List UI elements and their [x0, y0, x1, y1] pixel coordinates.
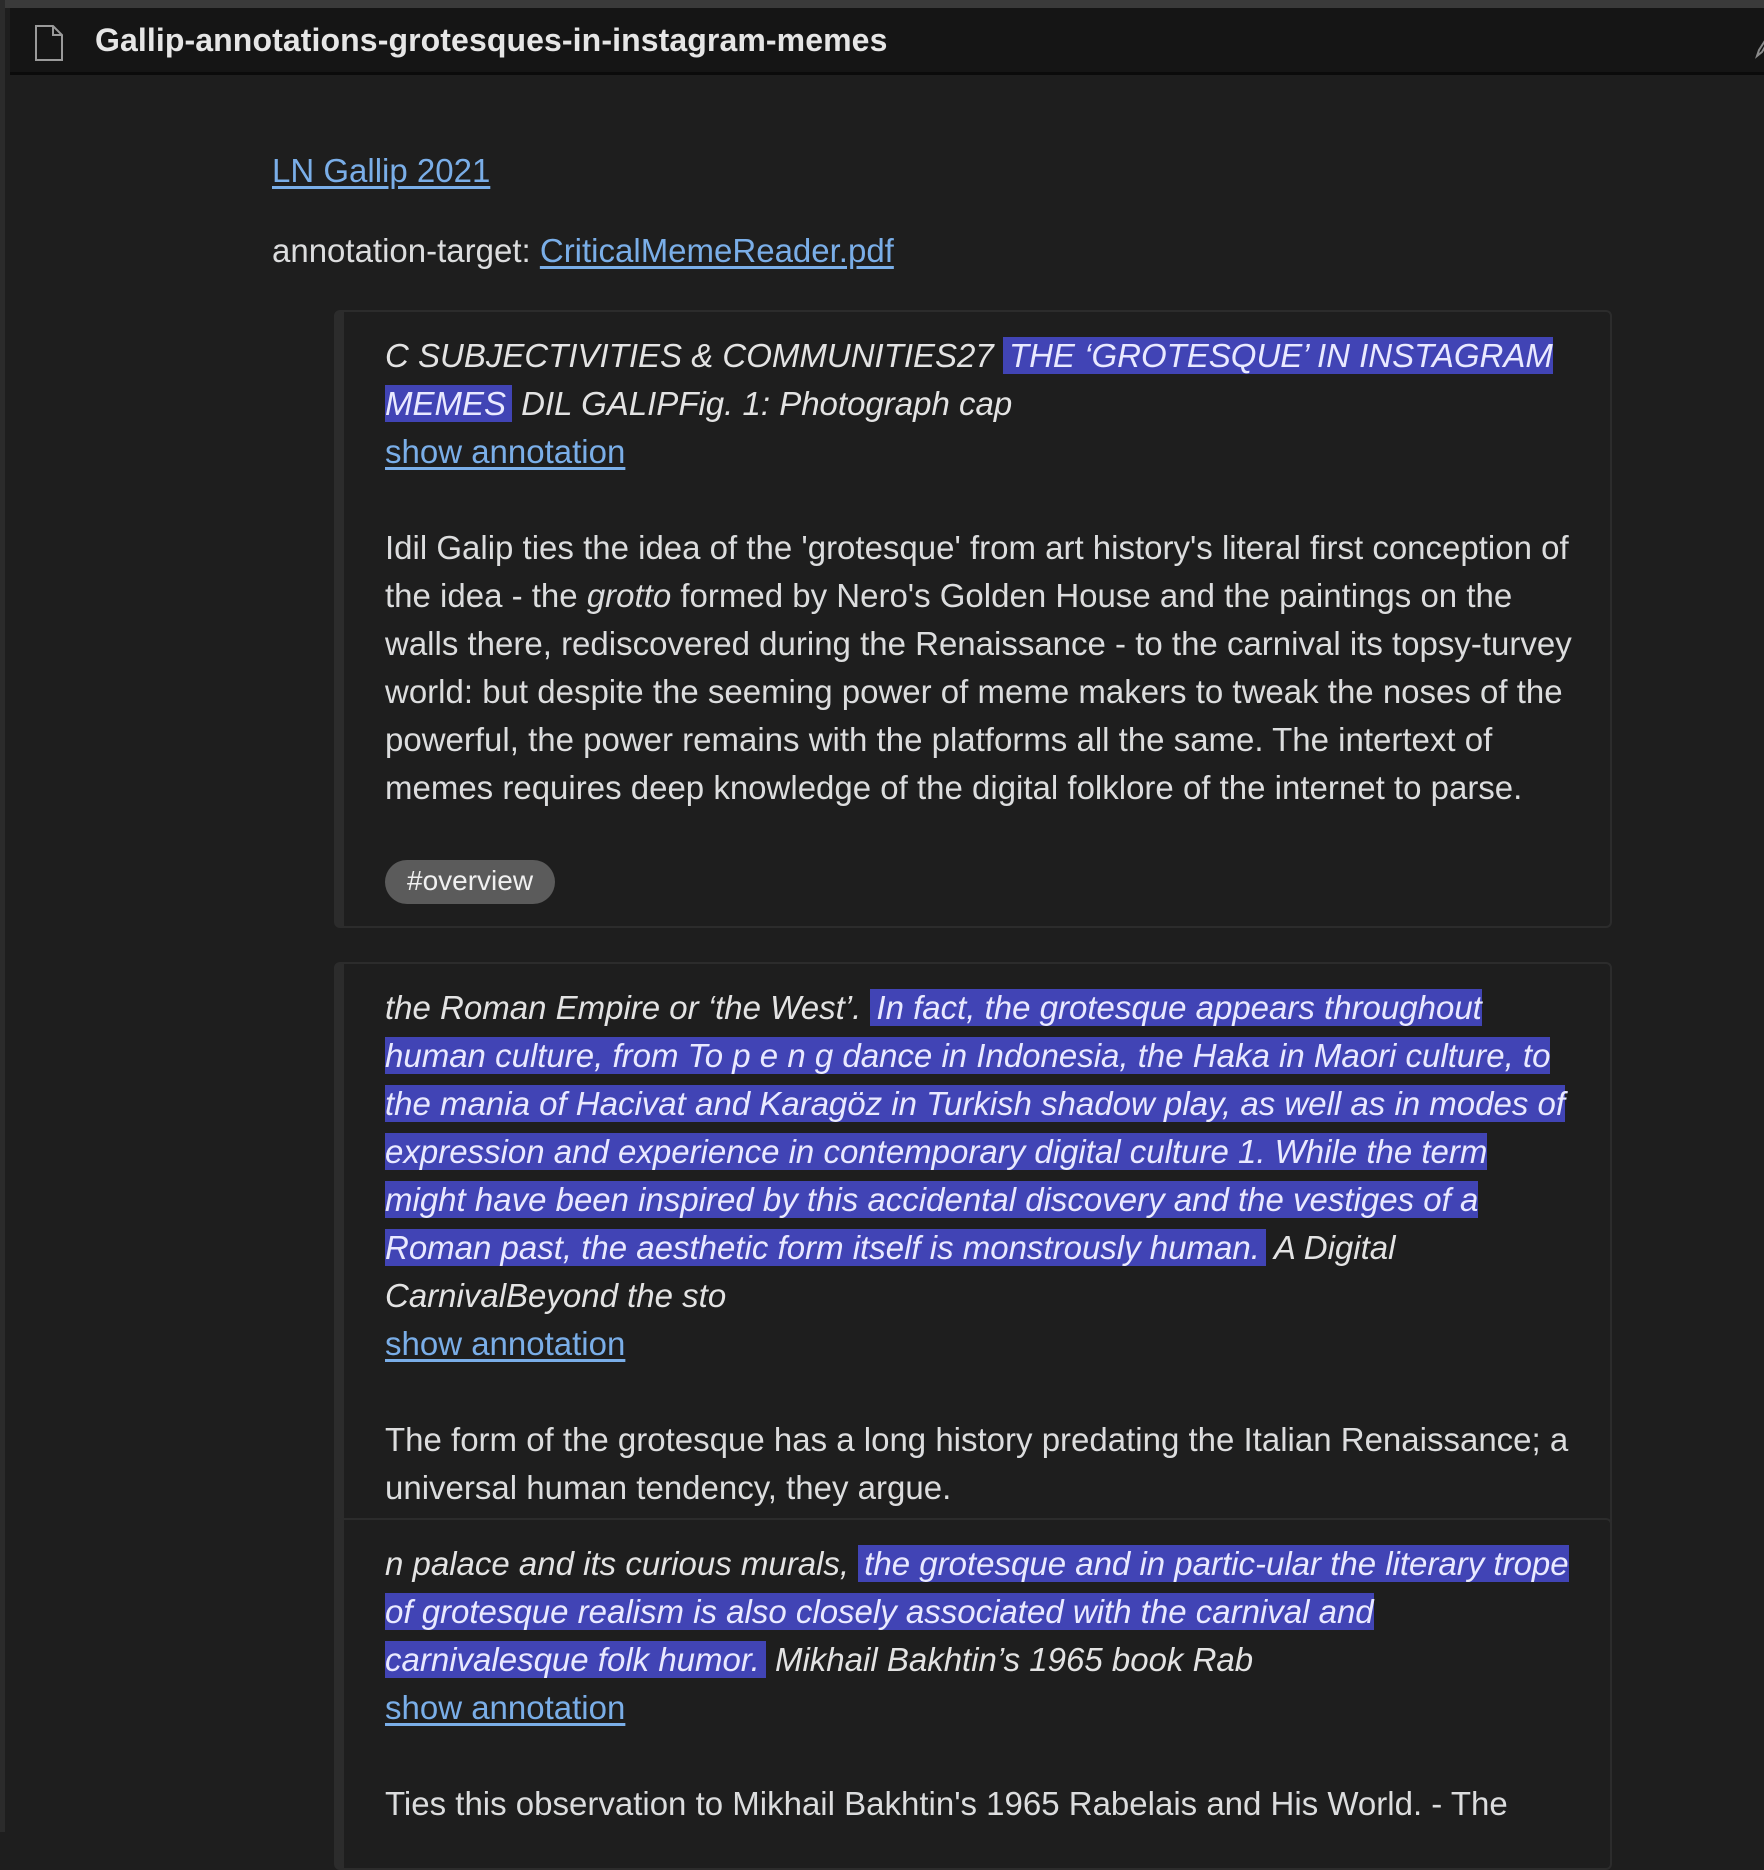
annotation-callout: n palace and its curious murals, the gro…	[334, 1518, 1612, 1870]
quote-prefix: the Roman Empire or ‘the West’.	[385, 989, 871, 1026]
quote-suffix: DIL GALIPFig. 1: Photograph cap	[512, 385, 1013, 422]
quote-prefix: n palace and its curious murals,	[385, 1545, 859, 1582]
annotation-quote: C SUBJECTIVITIES & COMMUNITIES27 THE ‘GR…	[385, 332, 1572, 428]
annotation-note: The form of the grotesque has a long his…	[385, 1421, 1569, 1506]
show-annotation-link[interactable]: show annotation	[385, 1320, 625, 1368]
annotation-target-label: annotation-target:	[272, 232, 540, 269]
quote-highlight: In fact, the grotesque appears throughou…	[385, 989, 1566, 1266]
editor-window: Gallip-annotations-grotesques-in-instagr…	[0, 0, 1764, 1870]
top-border	[5, 0, 1764, 8]
annotation-note: Ties this observation to Mikhail Bakhtin…	[385, 1785, 1508, 1822]
annotation-callout: the Roman Empire or ‘the West’. In fact,…	[334, 962, 1612, 1536]
annotation-note: Idil Galip ties the idea of the 'grotesq…	[385, 524, 1572, 812]
title-bar: Gallip-annotations-grotesques-in-instagr…	[10, 8, 1764, 75]
show-annotation-link[interactable]: show annotation	[385, 1684, 625, 1732]
quote-suffix: Mikhail Bakhtin’s 1965 book Rab	[765, 1641, 1254, 1678]
annotation-callout: C SUBJECTIVITIES & COMMUNITIES27 THE ‘GR…	[334, 310, 1612, 928]
file-icon	[34, 24, 64, 62]
note-emphasis: grotto	[586, 577, 672, 614]
edit-icon[interactable]	[1754, 34, 1764, 60]
quote-prefix: C SUBJECTIVITIES & COMMUNITIES27	[385, 337, 1003, 374]
show-annotation-link[interactable]: show annotation	[385, 428, 625, 476]
annotation-target-line: annotation-target: CriticalMemeReader.pd…	[272, 232, 894, 270]
annotation-quote: the Roman Empire or ‘the West’. In fact,…	[385, 984, 1572, 1320]
source-line: LN Gallip 2021	[272, 152, 490, 190]
annotation-quote: n palace and its curious murals, the gro…	[385, 1540, 1572, 1684]
tag-overview[interactable]: #overview	[385, 860, 556, 904]
annotation-target-link[interactable]: CriticalMemeReader.pdf	[540, 232, 894, 269]
source-link[interactable]: LN Gallip 2021	[272, 152, 490, 189]
note-title: Gallip-annotations-grotesques-in-instagr…	[95, 22, 888, 58]
